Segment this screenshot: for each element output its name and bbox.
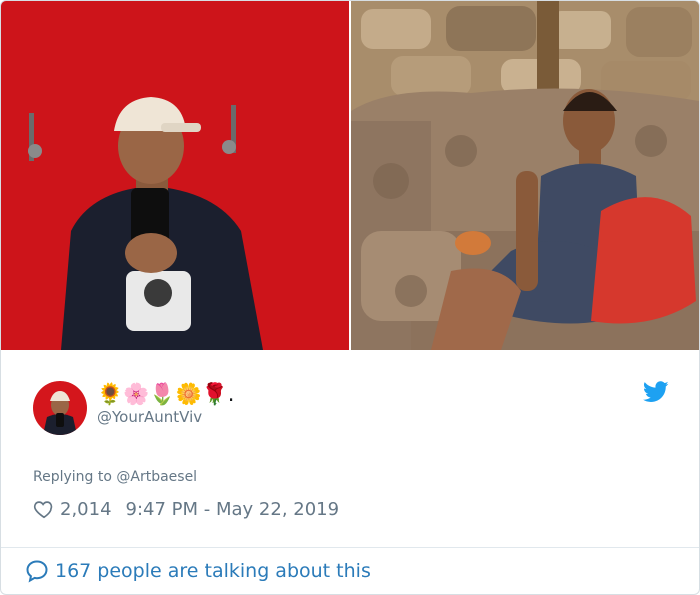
tweet-card: 🌻🌸🌷🌼🌹. @YourAuntViv Replying to @Artbaes… (0, 0, 700, 595)
replying-to[interactable]: Replying to @Artbaesel (33, 469, 197, 485)
photo-red-wall-selfie[interactable] (1, 1, 349, 350)
display-name[interactable]: 🌻🌸🌷🌼🌹. (97, 381, 234, 407)
user-handle[interactable]: @YourAuntViv (97, 408, 202, 426)
tweet-timestamp[interactable]: 9:47 PM - May 22, 2019 (126, 499, 340, 520)
tweet-meta: 2,014 9:47 PM - May 22, 2019 (33, 496, 339, 522)
speech-bubble-icon (25, 559, 49, 583)
heart-icon[interactable] (33, 498, 55, 520)
tweet-header: 🌻🌸🌷🌼🌹. @YourAuntViv (33, 379, 673, 439)
like-count[interactable]: 2,014 (60, 499, 112, 520)
twitter-bird-icon[interactable] (642, 381, 669, 407)
talking-about-text[interactable]: 167 people are talking about this (55, 560, 371, 582)
divider (1, 547, 699, 548)
conversation-link[interactable]: 167 people are talking about this (25, 557, 371, 585)
photo-couch-portrait[interactable] (351, 1, 699, 350)
avatar[interactable] (33, 381, 87, 435)
photo-grid (1, 1, 699, 350)
